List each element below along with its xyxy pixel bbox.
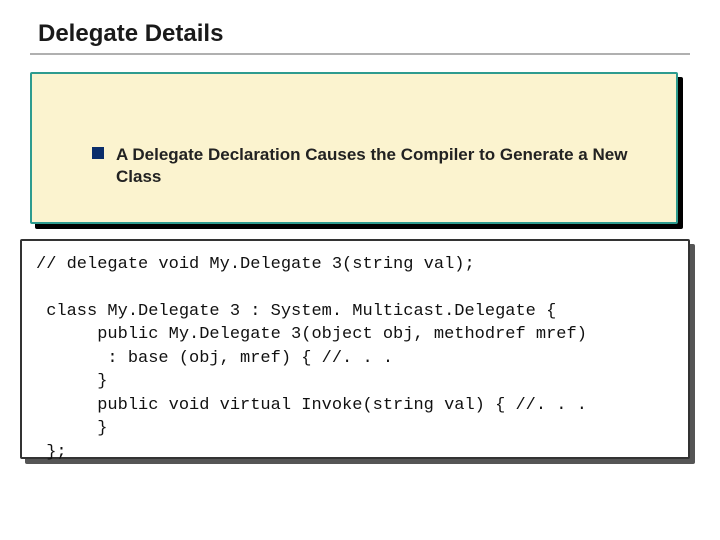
slide-container: Delegate Details A Delegate Declaration … — [0, 0, 720, 540]
bullet-row: A Delegate Declaration Causes the Compil… — [92, 144, 656, 188]
slide-title: Delegate Details — [30, 20, 690, 48]
bullet-panel: A Delegate Declaration Causes the Compil… — [30, 72, 678, 224]
title-underline — [30, 53, 690, 55]
code-text: // delegate void My.Delegate 3(string va… — [36, 253, 674, 464]
bullet-text: A Delegate Declaration Causes the Compil… — [116, 144, 656, 188]
code-panel: // delegate void My.Delegate 3(string va… — [20, 239, 690, 459]
bullet-square-icon — [92, 147, 104, 159]
